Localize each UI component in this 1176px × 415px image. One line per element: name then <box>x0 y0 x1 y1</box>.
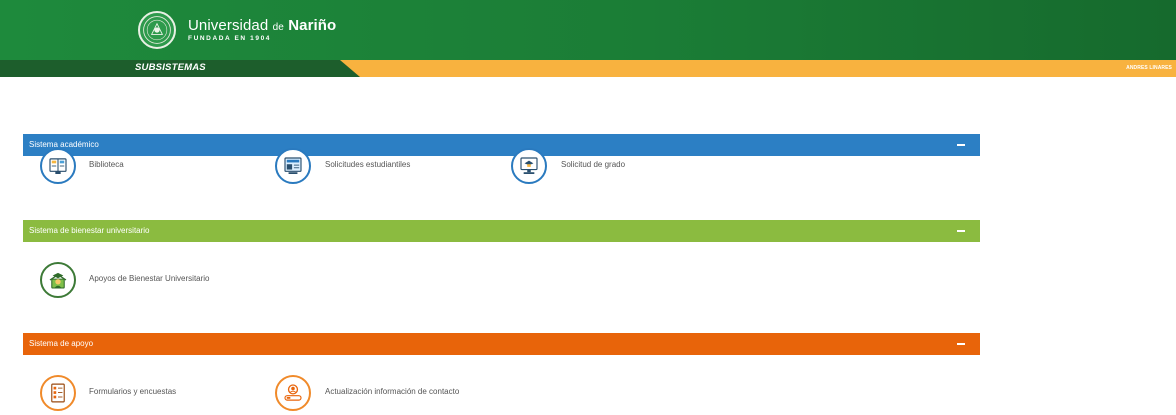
collapse-academic-button[interactable] <box>957 144 965 146</box>
item-biblioteca[interactable]: Biblioteca <box>40 148 180 188</box>
item-grado-label: Solicitud de grado <box>561 160 626 169</box>
item-apoyos-label: Apoyos de Bienestar Universitario <box>89 274 210 283</box>
university-name[interactable]: Universidad de Nariño <box>188 17 336 34</box>
item-biblioteca-label: Biblioteca <box>89 160 124 169</box>
university-name-part2: Nariño <box>288 17 337 34</box>
app-header: Universidad de Nariño FUNDADA EN 1904 <box>0 0 1176 60</box>
item-solicitudes-label: Solicitudes estudiantiles <box>325 160 411 169</box>
item-formularios-label: Formularios y encuestas <box>89 387 177 396</box>
section-support-title: Sistema de apoyo <box>29 339 94 348</box>
user-name-link[interactable]: ANDRES LINARES <box>1126 65 1172 71</box>
university-name-de: de <box>272 22 284 33</box>
collapse-support-button[interactable] <box>957 343 965 345</box>
university-name-part1: Universidad <box>188 17 269 34</box>
student-requests-icon[interactable] <box>275 148 311 184</box>
subsystems-title: SUBSISTEMAS <box>135 62 206 73</box>
graduate-support-icon[interactable] <box>40 262 76 298</box>
item-solicitud-de-grado[interactable]: Solicitud de grado <box>511 148 671 188</box>
item-actualizacion-contacto[interactable]: Actualización información de contacto <box>275 375 495 415</box>
graduation-monitor-icon[interactable] <box>511 148 547 184</box>
section-support-header[interactable]: Sistema de apoyo <box>23 333 980 355</box>
item-apoyos-bienestar[interactable]: Apoyos de Bienestar Universitario <box>40 262 260 302</box>
section-welfare-header[interactable]: Sistema de bienestar universitario <box>23 220 980 242</box>
form-survey-icon[interactable] <box>40 375 76 411</box>
library-book-icon[interactable] <box>40 148 76 184</box>
university-seal-icon[interactable] <box>138 11 176 49</box>
section-welfare-title: Sistema de bienestar universitario <box>29 226 150 235</box>
collapse-welfare-button[interactable] <box>957 230 965 232</box>
item-formularios-encuestas[interactable]: Formularios y encuestas <box>40 375 220 415</box>
item-solicitudes-estudiantiles[interactable]: Solicitudes estudiantiles <box>275 148 475 188</box>
founded-text: FUNDADA EN 1904 <box>188 35 271 42</box>
contact-update-icon[interactable] <box>275 375 311 411</box>
item-actualizacion-label: Actualización información de contacto <box>325 387 460 396</box>
